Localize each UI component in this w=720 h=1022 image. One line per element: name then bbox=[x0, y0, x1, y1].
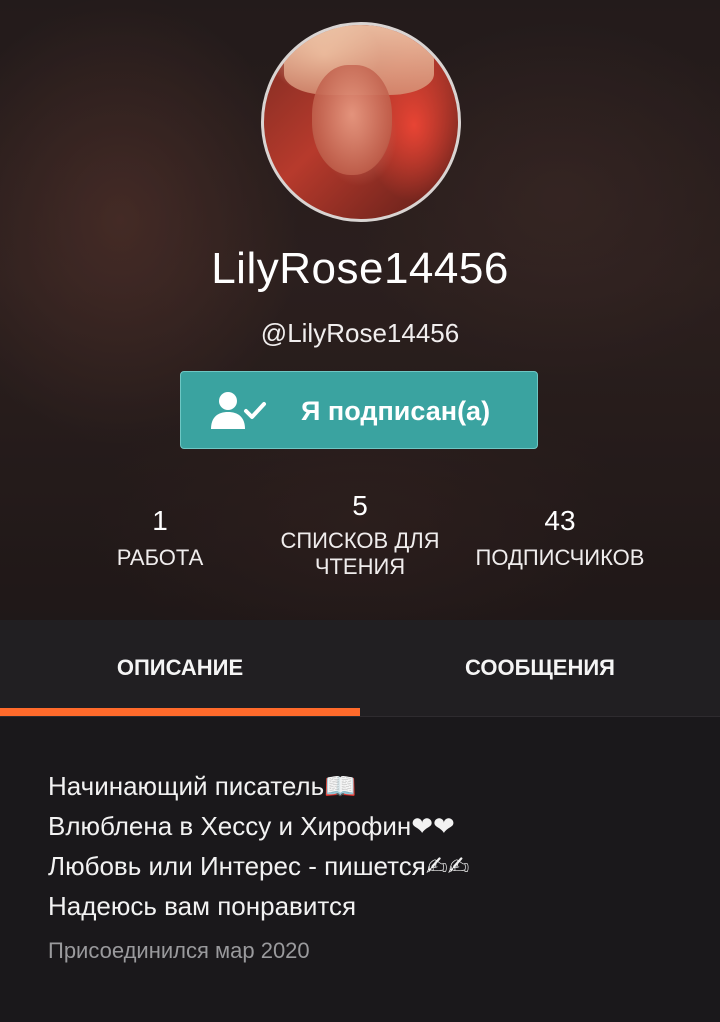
tab-about[interactable]: ОПИСАНИЕ bbox=[0, 620, 360, 716]
stat-reading-lists-label-line2: ЧТЕНИЯ bbox=[314, 554, 406, 579]
bio-line: Влюблена в Хессу и Хирофин❤❤ bbox=[48, 811, 455, 841]
tab-messages[interactable]: СООБЩЕНИЯ bbox=[360, 620, 720, 716]
profile-handle: @LilyRose14456 bbox=[260, 318, 460, 348]
profile-tabs: ОПИСАНИЕ СООБЩЕНИЯ bbox=[0, 620, 720, 717]
stat-followers-label: ПОДПИСЧИКОВ bbox=[475, 545, 645, 570]
stat-works-value: 1 bbox=[152, 505, 168, 536]
stat-works-label: РАБОТА bbox=[116, 545, 204, 570]
profile-username: LilyRose14456 bbox=[211, 244, 509, 293]
bio-line: Любовь или Интерес - пишется✍✍ bbox=[48, 851, 470, 881]
bio-line: Начинающий писатель📖 bbox=[48, 771, 357, 801]
joined-date: Присоединился мар 2020 bbox=[48, 938, 310, 963]
stat-reading-lists-label-line1: СПИСКОВ ДЛЯ bbox=[280, 528, 440, 553]
avatar-face bbox=[312, 65, 392, 175]
avatar[interactable] bbox=[261, 22, 461, 222]
stat-followers-value: 43 bbox=[544, 505, 576, 536]
stat-reading-lists-value: 5 bbox=[352, 490, 368, 521]
stat-reading-lists[interactable]: 5 СПИСКОВ ДЛЯ ЧТЕНИЯ bbox=[260, 490, 460, 580]
bio-line: Надеюсь вам понравится bbox=[48, 891, 357, 921]
user-check-icon bbox=[211, 392, 266, 429]
about-section: Начинающий писатель📖 Влюблена в Хессу и … bbox=[48, 766, 688, 964]
following-button[interactable]: Я подписан(а) bbox=[180, 371, 538, 449]
following-button-label: Я подписан(а) bbox=[301, 396, 491, 426]
stat-works[interactable]: 1 РАБОТА bbox=[80, 505, 240, 571]
stat-followers[interactable]: 43 ПОДПИСЧИКОВ bbox=[460, 505, 660, 571]
